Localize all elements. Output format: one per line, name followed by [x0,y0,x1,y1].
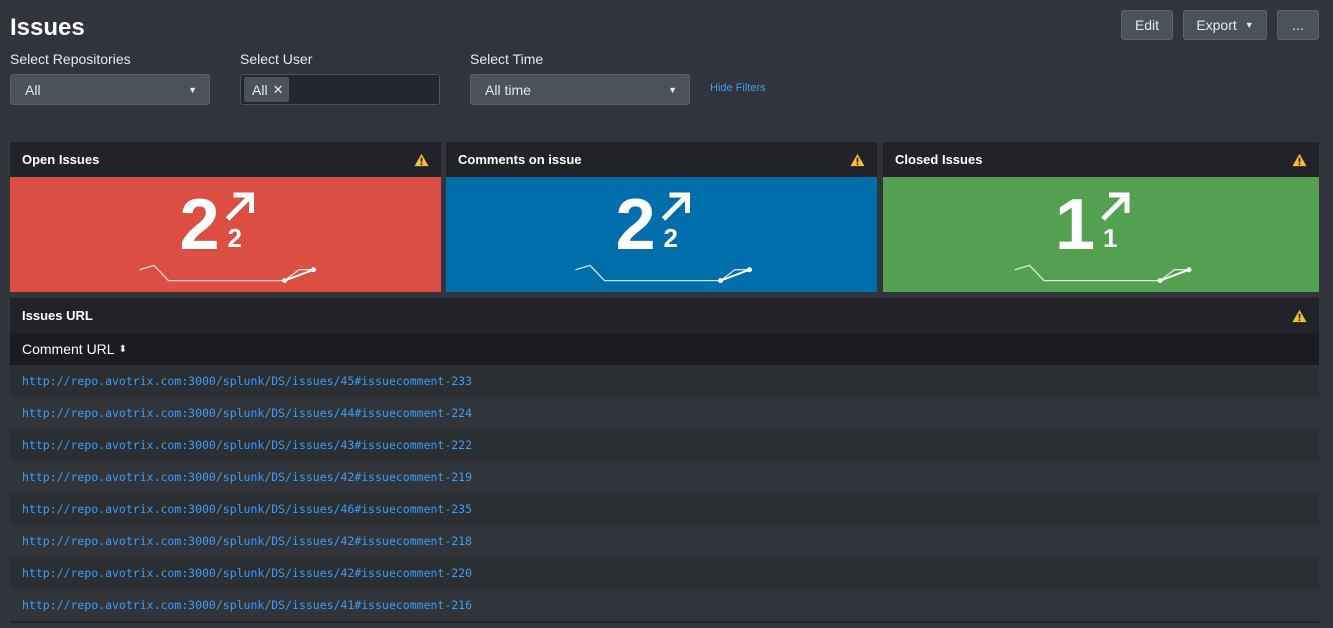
user-chip-all[interactable]: All ✕ [244,77,290,102]
table-row: http://repo.avotrix.com:3000/splunk/DS/i… [10,429,1319,461]
hide-filters-link[interactable]: Hide Filters [710,82,766,94]
panel-title: Issues URL [22,308,93,323]
kpi-body: 11 [883,177,1319,292]
export-button[interactable]: Export ▼ [1183,10,1267,40]
panel-title: Closed Issues [895,152,983,167]
sparkline [1014,264,1189,282]
caret-down-icon: ▼ [188,85,197,95]
time-filter-label: Select Time [470,51,544,67]
table-body: http://repo.avotrix.com:3000/splunk/DS/i… [10,365,1319,621]
comment-url-link[interactable]: http://repo.avotrix.com:3000/splunk/DS/i… [22,470,472,484]
comment-url-link[interactable]: http://repo.avotrix.com:3000/splunk/DS/i… [22,374,472,388]
table-row: http://repo.avotrix.com:3000/splunk/DS/i… [10,493,1319,525]
close-icon[interactable]: ✕ [273,82,284,98]
sparkline-point [1186,267,1192,273]
time-select-value: All time [485,81,531,98]
kpi-delta: 1 [1103,223,1117,253]
repositories-filter-label: Select Repositories [10,51,131,67]
page-title: Issues [10,14,85,41]
sparkline-point [718,278,723,284]
sparkline-recent-segment [284,268,314,282]
table-row: http://repo.avotrix.com:3000/splunk/DS/i… [10,589,1319,621]
dashboard-toolbar: Edit Export ▼ ... [1121,10,1319,40]
comment-url-link[interactable]: http://repo.avotrix.com:3000/splunk/DS/i… [22,502,472,516]
export-button-label: Export [1196,17,1237,33]
edit-button[interactable]: Edit [1121,10,1173,40]
issues-url-panel: Issues URL Comment URL ⬍ http://repo.avo… [10,298,1319,623]
user-filter-label: Select User [240,51,313,67]
repositories-select[interactable]: All ▼ [10,74,210,105]
sparkline-point [282,278,287,284]
sparkline [139,264,314,282]
kpi-value: 2 [179,185,219,265]
repositories-select-value: All [25,81,41,98]
panel-header: Closed Issues [883,142,1319,177]
sparkline-recent-segment [720,268,750,282]
column-header-comment-url[interactable]: Comment URL ⬍ [10,333,1319,365]
sort-icon[interactable]: ⬍ [119,344,127,355]
user-multiselect[interactable]: All ✕ [240,74,440,105]
panel-header: Comments on issue [446,142,877,177]
table-row: http://repo.avotrix.com:3000/splunk/DS/i… [10,557,1319,589]
trend-up-arrow-icon [225,192,254,221]
sparkline [575,264,750,282]
kpi-panel-comments-on-issue: Comments on issue 22 [446,142,877,292]
caret-down-icon: ▼ [668,85,677,95]
kpi-body: 22 [446,177,877,292]
kpi-panel-open-issues: Open Issues 22 [10,142,441,292]
sparkline-point [1157,278,1163,284]
time-select[interactable]: All time ▼ [470,74,690,105]
warning-icon[interactable] [850,153,865,167]
kpi-value: 1 [1055,185,1095,265]
kpi-body: 22 [10,177,441,292]
trend-up-arrow-icon [1101,192,1130,221]
kpi-visual: 11 [1014,185,1192,284]
comment-url-link[interactable]: http://repo.avotrix.com:3000/splunk/DS/i… [22,438,472,452]
comment-url-link[interactable]: http://repo.avotrix.com:3000/splunk/DS/i… [22,566,472,580]
kpi-visual: 22 [575,185,752,284]
panel-header: Open Issues [10,142,441,177]
trend-up-arrow-icon [661,192,690,221]
warning-icon[interactable] [1292,309,1307,323]
panel-title: Open Issues [22,152,100,167]
kpi-visual: 22 [139,185,316,284]
panel-title: Comments on issue [458,152,582,167]
panel-header: Issues URL [10,298,1319,333]
caret-down-icon: ▼ [1244,20,1254,30]
edit-button-label: Edit [1134,17,1160,33]
table-row: http://repo.avotrix.com:3000/splunk/DS/i… [10,365,1319,397]
user-chip-label: All [252,81,268,98]
table-row: http://repo.avotrix.com:3000/splunk/DS/i… [10,397,1319,429]
comment-url-link[interactable]: http://repo.avotrix.com:3000/splunk/DS/i… [22,598,472,612]
sparkline-recent-segment [1159,268,1190,282]
sparkline-point [311,267,316,273]
table-row: http://repo.avotrix.com:3000/splunk/DS/i… [10,525,1319,557]
comment-url-link[interactable]: http://repo.avotrix.com:3000/splunk/DS/i… [22,406,472,420]
table-row: http://repo.avotrix.com:3000/splunk/DS/i… [10,461,1319,493]
warning-icon[interactable] [1292,153,1307,167]
sparkline-point [747,267,752,273]
warning-icon[interactable] [414,153,429,167]
kpi-value: 2 [615,185,655,265]
column-header-label: Comment URL [22,341,115,357]
more-actions-label: ... [1292,17,1304,33]
kpi-delta: 2 [228,223,242,253]
kpi-delta: 2 [664,223,678,253]
kpi-panel-closed-issues: Closed Issues 11 [883,142,1319,292]
more-actions-button[interactable]: ... [1277,10,1319,40]
comment-url-link[interactable]: http://repo.avotrix.com:3000/splunk/DS/i… [22,534,472,548]
